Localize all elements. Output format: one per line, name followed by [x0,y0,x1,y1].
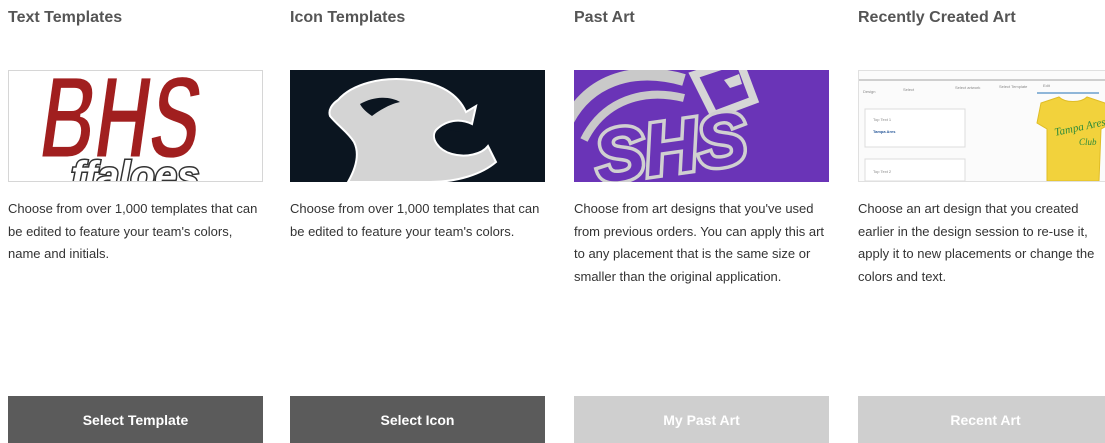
recently-created-art-column: Recently Created Art Design Select Selec… [858,0,1105,443]
design-session-preview-image: Design Select Select artwork Select Temp… [859,71,1105,181]
preview-item-1: Top Text 1 [873,117,892,122]
select-icon-button[interactable]: Select Icon [290,396,545,443]
select-template-button[interactable]: Select Template [8,396,263,443]
text-templates-description: Choose from over 1,000 templates that ca… [8,201,258,261]
past-art-description: Choose from art designs that you've used… [574,201,825,284]
preview-tab-4: Select Template [999,84,1028,89]
shs-past-art-image: SHS [574,70,829,182]
icon-templates-description: Choose from over 1,000 templates that ca… [290,201,540,239]
icon-templates-title: Icon Templates [290,9,406,26]
past-art-title: Past Art [574,9,635,26]
cougar-head-icon [328,78,498,182]
preview-item-3: Top Text 2 [873,169,892,174]
recent-art-button[interactable]: Recent Art [858,396,1105,443]
text-templates-title: Text Templates [8,9,123,26]
art-source-options: Text Templates BHS ffaloes Choose from o… [0,0,1105,443]
bhs-text-art-image: BHS ffaloes [31,71,212,181]
preview-item-2: Tampa Ares [873,129,896,134]
past-art-column: Past Art SHS Choose from art designs tha… [574,0,836,443]
recently-created-art-thumbnail[interactable]: Design Select Select artwork Select Temp… [858,70,1105,182]
preview-tab-5: Edit [1043,83,1051,88]
preview-tab-1: Design [863,89,875,94]
text-templates-column: Text Templates BHS ffaloes Choose from o… [8,0,270,443]
my-past-art-button[interactable]: My Past Art [574,396,829,443]
text-templates-thumbnail[interactable]: BHS ffaloes [8,70,263,182]
icon-templates-column: Icon Templates Choose from over 1,000 te… [290,0,552,443]
past-art-thumbnail[interactable]: SHS [574,70,829,182]
icon-templates-thumbnail[interactable] [290,70,545,182]
preview-tab-3: Select artwork [955,85,980,90]
recently-created-art-description: Choose an art design that you created ea… [858,201,1095,284]
shirt-text-2: Club [1079,137,1097,147]
bhs-thumbnail-subtext: ffaloes [71,154,199,181]
recently-created-art-title: Recently Created Art [858,9,1016,26]
preview-tab-2: Select [903,87,915,92]
